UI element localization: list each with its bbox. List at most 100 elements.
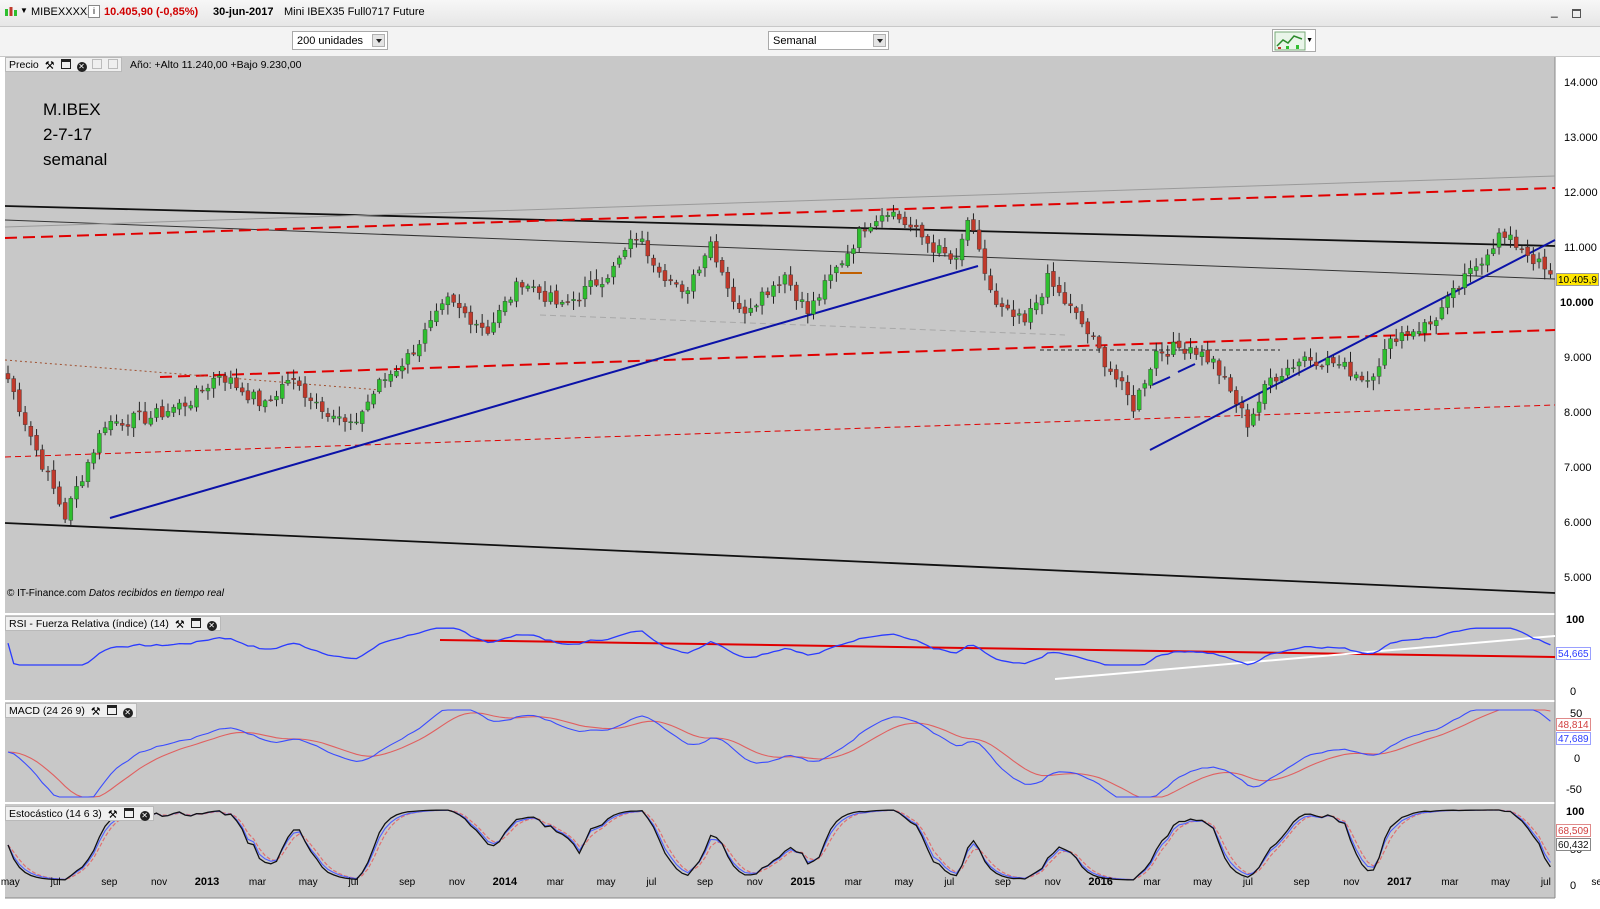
- bull-candle[interactable]: [1016, 313, 1022, 316]
- bear-candle[interactable]: [805, 301, 810, 314]
- bear-candle[interactable]: [994, 290, 999, 305]
- bear-candle[interactable]: [982, 248, 988, 274]
- bull-candle[interactable]: [531, 286, 536, 288]
- bear-candle[interactable]: [1456, 288, 1462, 290]
- bear-candle[interactable]: [62, 502, 68, 520]
- bear-candle[interactable]: [1159, 351, 1165, 354]
- bear-candle[interactable]: [1085, 321, 1090, 335]
- bull-candle[interactable]: [228, 377, 233, 384]
- copy-icon[interactable]: [92, 59, 103, 69]
- bull-candle[interactable]: [177, 402, 182, 410]
- bear-candle[interactable]: [765, 291, 770, 296]
- bear-candle[interactable]: [240, 387, 245, 393]
- bull-candle[interactable]: [205, 387, 211, 392]
- bull-candle[interactable]: [611, 265, 616, 278]
- bear-candle[interactable]: [34, 435, 39, 451]
- bear-candle[interactable]: [1228, 377, 1233, 392]
- paste-icon[interactable]: [108, 59, 119, 69]
- bear-candle[interactable]: [160, 406, 165, 418]
- bull-candle[interactable]: [622, 250, 628, 257]
- bear-candle[interactable]: [719, 260, 725, 273]
- bear-candle[interactable]: [411, 352, 416, 355]
- bull-candle[interactable]: [1154, 350, 1159, 369]
- bear-candle[interactable]: [1125, 381, 1130, 396]
- bear-candle[interactable]: [1074, 307, 1079, 313]
- bull-candle[interactable]: [74, 486, 79, 500]
- bear-candle[interactable]: [988, 275, 993, 291]
- bull-candle[interactable]: [1302, 356, 1307, 361]
- close-icon[interactable]: ✕: [206, 621, 217, 631]
- bear-candle[interactable]: [902, 216, 908, 226]
- bull-candle[interactable]: [348, 421, 353, 424]
- bull-candle[interactable]: [1251, 413, 1256, 426]
- bear-candle[interactable]: [1308, 357, 1313, 361]
- bull-candle[interactable]: [1045, 273, 1050, 298]
- bull-candle[interactable]: [491, 322, 496, 333]
- bear-candle[interactable]: [942, 247, 948, 254]
- bull-candle[interactable]: [617, 257, 622, 265]
- bull-candle[interactable]: [1336, 364, 1342, 366]
- bear-candle[interactable]: [1062, 292, 1068, 304]
- bull-candle[interactable]: [1142, 383, 1148, 389]
- bull-candle[interactable]: [936, 245, 942, 254]
- window-icon[interactable]: [60, 59, 71, 69]
- bull-candle[interactable]: [708, 241, 713, 258]
- bear-candle[interactable]: [948, 253, 953, 260]
- bull-candle[interactable]: [771, 285, 776, 297]
- bull-candle[interactable]: [285, 380, 291, 384]
- bear-candle[interactable]: [308, 397, 313, 401]
- bear-candle[interactable]: [1102, 347, 1108, 368]
- bull-candle[interactable]: [1462, 273, 1467, 289]
- bear-candle[interactable]: [291, 378, 296, 380]
- bull-candle[interactable]: [1034, 302, 1039, 311]
- price-panel[interactable]: [5, 57, 1555, 613]
- bull-candle[interactable]: [154, 408, 159, 418]
- bull-candle[interactable]: [817, 297, 822, 301]
- bull-candle[interactable]: [1468, 268, 1473, 274]
- bull-candle[interactable]: [1136, 389, 1142, 410]
- bear-candle[interactable]: [142, 411, 148, 424]
- bear-candle[interactable]: [679, 284, 685, 292]
- bear-candle[interactable]: [1405, 331, 1410, 335]
- bear-candle[interactable]: [1114, 369, 1119, 380]
- bear-candle[interactable]: [645, 240, 651, 257]
- bull-candle[interactable]: [514, 281, 519, 302]
- bull-candle[interactable]: [799, 299, 805, 302]
- bull-candle[interactable]: [965, 220, 970, 241]
- bear-candle[interactable]: [268, 399, 273, 402]
- bear-candle[interactable]: [182, 402, 188, 407]
- bull-candle[interactable]: [834, 266, 839, 274]
- bull-candle[interactable]: [525, 285, 531, 289]
- bull-candle[interactable]: [428, 320, 433, 328]
- macd-panel[interactable]: [5, 702, 1555, 802]
- bear-candle[interactable]: [342, 417, 348, 422]
- bull-candle[interactable]: [262, 400, 268, 408]
- bull-candle[interactable]: [1376, 366, 1382, 377]
- bear-candle[interactable]: [297, 380, 302, 386]
- bear-candle[interactable]: [794, 284, 799, 301]
- bull-candle[interactable]: [782, 274, 788, 285]
- bull-candle[interactable]: [359, 411, 365, 424]
- bear-candle[interactable]: [468, 311, 473, 325]
- bear-candle[interactable]: [125, 424, 131, 427]
- bear-candle[interactable]: [462, 306, 468, 314]
- bear-candle[interactable]: [1245, 409, 1250, 428]
- bear-candle[interactable]: [725, 271, 731, 289]
- bull-candle[interactable]: [822, 280, 828, 300]
- bear-candle[interactable]: [17, 389, 22, 412]
- bear-candle[interactable]: [1548, 270, 1553, 275]
- bull-candle[interactable]: [1439, 307, 1445, 319]
- bull-candle[interactable]: [97, 433, 102, 453]
- bull-candle[interactable]: [1354, 374, 1359, 379]
- bear-candle[interactable]: [925, 236, 930, 244]
- rsi-panel[interactable]: [5, 615, 1555, 700]
- close-icon[interactable]: ✕: [139, 811, 150, 821]
- bull-candle[interactable]: [1325, 357, 1330, 366]
- bull-candle[interactable]: [194, 388, 199, 408]
- bear-candle[interactable]: [1428, 321, 1433, 325]
- bull-candle[interactable]: [1451, 288, 1456, 299]
- bear-candle[interactable]: [200, 389, 205, 392]
- bear-candle[interactable]: [731, 286, 736, 302]
- bear-candle[interactable]: [1216, 360, 1222, 376]
- bull-candle[interactable]: [1028, 308, 1033, 323]
